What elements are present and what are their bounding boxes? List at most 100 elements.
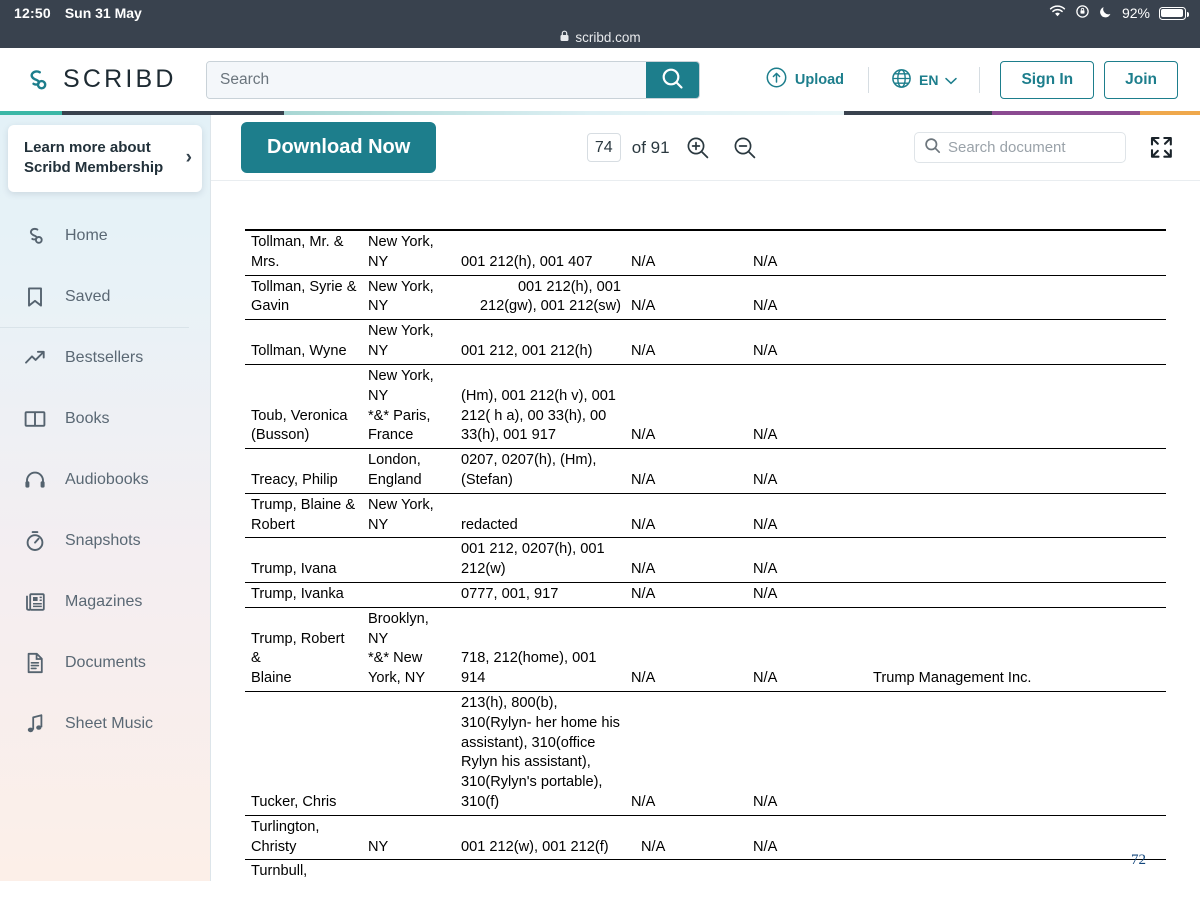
contacts-table-body: Tollman, Mr. & Mrs. New York, NY 001 212… bbox=[245, 228, 1166, 881]
cell-phones: (Hm), 001 212(h v), 001 212( h a), 00 33… bbox=[455, 364, 625, 450]
document-page-number: 72 bbox=[1131, 852, 1146, 868]
cell-location: New York, NY bbox=[362, 319, 455, 365]
cell-col5: N/A bbox=[747, 607, 867, 692]
language-selector[interactable]: EN bbox=[879, 62, 969, 98]
chevron-down-icon bbox=[945, 72, 958, 88]
cell-location bbox=[362, 691, 455, 816]
headphones-icon bbox=[22, 468, 48, 492]
page-body: Learn more about Scribd Membership › Hom… bbox=[0, 115, 1200, 881]
sidebar-item-label: Home bbox=[65, 227, 108, 244]
table-row: Tollman, Wyne New York, NY 001 212, 001 … bbox=[245, 319, 1166, 365]
cell-org bbox=[867, 582, 1043, 608]
cell-col4: N/A bbox=[625, 364, 747, 450]
cell-col7 bbox=[1043, 691, 1103, 816]
cell-name: Tollman, Syrie & Gavin bbox=[245, 275, 362, 321]
cell-org bbox=[867, 815, 1043, 861]
sidebar-item-documents[interactable]: Documents bbox=[0, 633, 210, 694]
magazine-icon bbox=[22, 590, 48, 614]
globe-icon bbox=[891, 68, 912, 92]
cell-name: Trump, Robert & Blaine bbox=[245, 607, 362, 692]
cell-col5: N/A bbox=[747, 537, 867, 583]
sidebar-item-audiobooks[interactable]: Audiobooks bbox=[0, 450, 210, 511]
scribd-home-icon bbox=[22, 224, 48, 248]
cell-col8 bbox=[1103, 537, 1166, 583]
cell-col5: N/A bbox=[747, 691, 867, 816]
upload-arrow-circle-icon bbox=[766, 67, 787, 92]
sidebar-item-home[interactable]: Home bbox=[0, 206, 210, 267]
zoom-out-button[interactable] bbox=[726, 131, 764, 165]
join-button[interactable]: Join bbox=[1104, 60, 1178, 99]
cell-phones: 718, 212(home), 001 914 bbox=[455, 607, 625, 692]
table-row: Tucker, Chris 213(h), 800(b), 310(Rylyn-… bbox=[245, 691, 1166, 816]
cell-col7 bbox=[1043, 364, 1103, 450]
table-row: Treacy, Philip London, England 0207, 020… bbox=[245, 448, 1166, 494]
cell-org bbox=[867, 691, 1043, 816]
browser-url-bar[interactable]: scribd.com bbox=[0, 26, 1200, 48]
cell-org bbox=[867, 228, 1043, 276]
cell-col4: N/A bbox=[625, 691, 747, 816]
cell-phones: 001 212, 001 212(h) bbox=[455, 319, 625, 365]
url-text: scribd.com bbox=[575, 29, 641, 45]
document-search[interactable] bbox=[913, 132, 1126, 163]
sidebar-item-saved[interactable]: Saved bbox=[0, 267, 210, 328]
header-divider-1 bbox=[868, 66, 869, 93]
cell-col5: N/A bbox=[747, 493, 867, 539]
current-page-input[interactable] bbox=[586, 133, 621, 162]
document-search-input[interactable] bbox=[947, 139, 1116, 156]
cell-phones: 340, 340 bbox=[455, 859, 625, 881]
document-icon bbox=[22, 651, 48, 675]
scribd-logo[interactable]: SCRIBD bbox=[22, 65, 204, 95]
cell-location: Brooklyn, NY *&* New York, NY bbox=[362, 607, 455, 692]
cell-phones: 213(h), 800(b), 310(Rylyn- her home his … bbox=[455, 691, 625, 816]
header-divider-2 bbox=[979, 66, 981, 93]
global-search[interactable] bbox=[206, 60, 700, 99]
cell-col5: N/A bbox=[747, 364, 867, 450]
cell-col5: N/A bbox=[747, 582, 867, 608]
membership-promo-card[interactable]: Learn more about Scribd Membership › bbox=[8, 125, 202, 192]
promo-line-1: Learn more about bbox=[24, 139, 151, 156]
scribd-wordmark: SCRIBD bbox=[63, 65, 177, 93]
cell-phones: 001 212(w), 001 212(f) bbox=[455, 815, 625, 861]
cell-phones: 001 212(h), 001 212(gw), 001 212(sw) bbox=[455, 275, 625, 321]
search-submit-button[interactable] bbox=[646, 61, 699, 98]
cell-col7 bbox=[1043, 493, 1103, 539]
rotation-lock-icon bbox=[1075, 4, 1090, 22]
sidebar-item-snapshots[interactable]: Snapshots bbox=[0, 511, 210, 572]
sidebar-item-books[interactable]: Books bbox=[0, 389, 210, 450]
cell-col4: N/A bbox=[625, 815, 747, 861]
cell-col7 bbox=[1043, 607, 1103, 692]
cell-col7 bbox=[1043, 815, 1103, 861]
wifi-icon bbox=[1049, 5, 1066, 21]
bookmark-icon bbox=[22, 285, 48, 309]
cell-col8 bbox=[1103, 582, 1166, 608]
cell-location: London, England bbox=[362, 448, 455, 494]
search-input[interactable] bbox=[207, 61, 646, 98]
cell-col5: N/A bbox=[747, 228, 867, 276]
cell-org bbox=[867, 448, 1043, 494]
cell-location: New York, NY bbox=[362, 228, 455, 276]
do-not-disturb-moon-icon bbox=[1099, 5, 1113, 22]
cell-phones: 0777, 001, 917 bbox=[455, 582, 625, 608]
zoom-in-button[interactable] bbox=[679, 131, 717, 165]
fullscreen-button[interactable] bbox=[1143, 131, 1180, 164]
cell-col4: N/A bbox=[625, 493, 747, 539]
upload-button[interactable]: Upload bbox=[752, 61, 858, 98]
table-row: Toub, Veronica (Busson) New York, NY *&*… bbox=[245, 364, 1166, 450]
contacts-table: Tollman, Mr. & Mrs. New York, NY 001 212… bbox=[245, 228, 1166, 881]
music-note-icon bbox=[22, 712, 48, 736]
sidebar-item-sheet-music[interactable]: Sheet Music bbox=[0, 694, 210, 755]
cell-location: Governor of USVI bbox=[362, 859, 455, 881]
sign-in-button[interactable]: Sign In bbox=[1000, 60, 1095, 99]
cell-org bbox=[867, 859, 1043, 881]
cell-col8 bbox=[1103, 691, 1166, 816]
language-label: EN bbox=[919, 71, 939, 88]
document-toolbar: Download Now of 91 bbox=[211, 115, 1200, 180]
download-now-button[interactable]: Download Now bbox=[241, 122, 437, 173]
sidebar-item-magazines[interactable]: Magazines bbox=[0, 572, 210, 633]
sidebar-item-bestsellers[interactable]: Bestsellers bbox=[0, 328, 210, 389]
search-icon bbox=[924, 137, 941, 159]
table-row: Trump, Robert & Blaine Brooklyn, NY *&* … bbox=[245, 607, 1166, 692]
ios-status-bar: 12:50 Sun 31 May 92% bbox=[0, 0, 1200, 26]
sidebar-item-label: Sheet Music bbox=[65, 715, 154, 732]
trending-up-arrow-icon bbox=[22, 346, 48, 370]
